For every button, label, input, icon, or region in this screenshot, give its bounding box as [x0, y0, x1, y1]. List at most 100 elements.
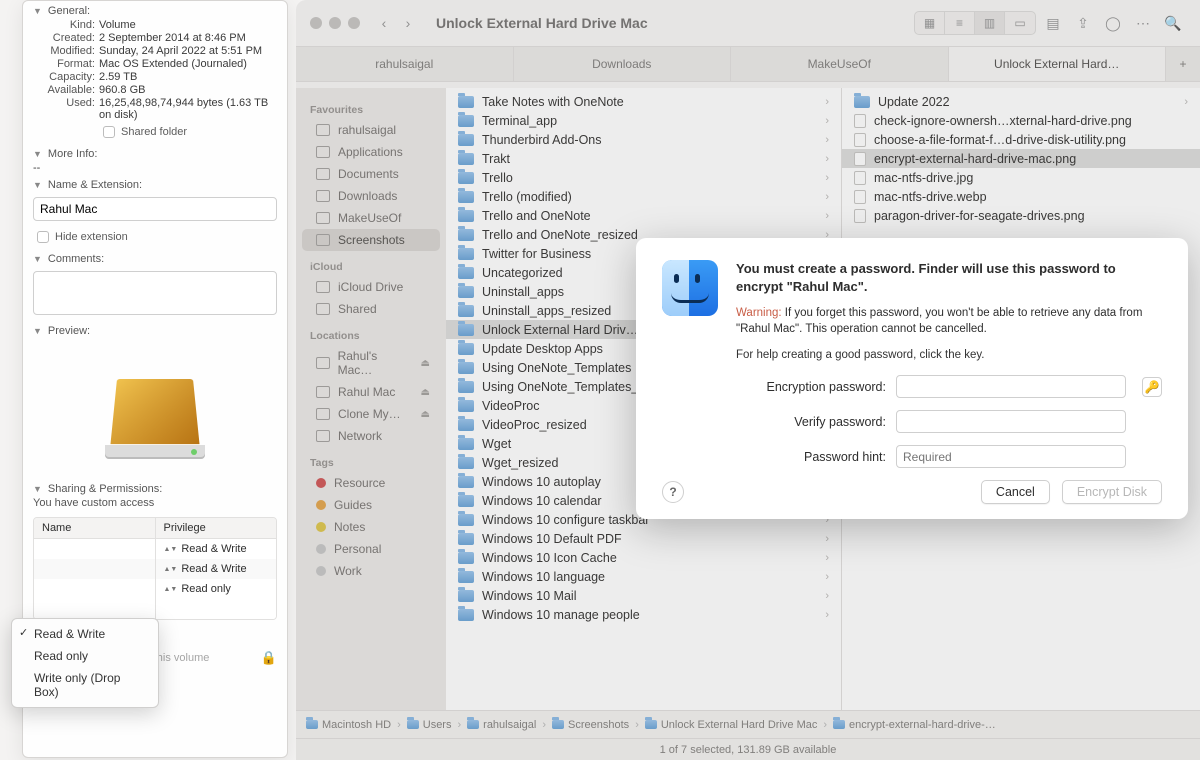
path-component[interactable]: encrypt-external-hard-drive-…: [833, 719, 996, 731]
cancel-button[interactable]: Cancel: [981, 480, 1050, 504]
sidebar-item[interactable]: Rahul's Mac…⏏: [302, 345, 440, 381]
sidebar-item[interactable]: Applications: [302, 141, 440, 163]
shared-folder-checkbox-row[interactable]: Shared folder: [23, 122, 287, 144]
privilege-menu-item[interactable]: Write only (Drop Box): [12, 667, 158, 703]
permission-row[interactable]: ▲▼ Read only: [34, 579, 276, 599]
eject-icon[interactable]: ⏏: [421, 409, 430, 420]
section-permissions-header[interactable]: ▼ Sharing & Permissions:: [23, 479, 287, 497]
list-item[interactable]: Windows 10 Icon Cache›: [446, 548, 841, 567]
perm-privilege-cell[interactable]: ▲▼ Read only: [156, 579, 277, 599]
sidebar-item[interactable]: Documents: [302, 163, 440, 185]
list-view-icon[interactable]: ≡: [945, 12, 975, 34]
sidebar-item[interactable]: Rahul Mac⏏: [302, 381, 440, 403]
sidebar-item[interactable]: iCloud Drive: [302, 276, 440, 298]
section-name-ext-header[interactable]: ▼ Name & Extension:: [23, 175, 287, 193]
checkbox-icon[interactable]: [37, 231, 49, 243]
nav-forward-button[interactable]: ›: [398, 14, 418, 32]
eject-icon[interactable]: ⏏: [421, 358, 430, 369]
password-assistant-key-icon[interactable]: 🔑: [1142, 377, 1162, 397]
column-view-icon[interactable]: ▥: [975, 12, 1005, 34]
nav-back-button[interactable]: ‹: [374, 14, 394, 32]
new-tab-button[interactable]: +: [1166, 47, 1200, 81]
path-component[interactable]: Screenshots: [552, 719, 629, 731]
list-item[interactable]: Trello›: [446, 168, 841, 187]
path-component[interactable]: Unlock External Hard Drive Mac: [645, 719, 818, 731]
permission-row[interactable]: ▲▼ Read & Write: [34, 559, 276, 579]
list-item[interactable]: Trello and OneNote›: [446, 206, 841, 225]
encrypt-disk-button[interactable]: Encrypt Disk: [1062, 480, 1162, 504]
sidebar-item[interactable]: Network: [302, 425, 440, 447]
list-item[interactable]: Update 2022›: [842, 92, 1200, 111]
sidebar-item[interactable]: rahulsaigal: [302, 119, 440, 141]
disclosure-triangle-icon[interactable]: ▼: [33, 254, 42, 264]
sidebar-item[interactable]: Downloads: [302, 185, 440, 207]
gallery-view-icon[interactable]: ▭: [1005, 12, 1035, 34]
lock-icon[interactable]: 🔒: [261, 650, 277, 666]
list-item[interactable]: Take Notes with OneNote›: [446, 92, 841, 111]
encryption-password-input[interactable]: [896, 375, 1126, 398]
perm-privilege-cell[interactable]: ▲▼ Read & Write: [156, 539, 277, 559]
section-more-info-header[interactable]: ▼ More Info:: [23, 144, 287, 162]
list-item[interactable]: Windows 10 Mail›: [446, 586, 841, 605]
privilege-menu-item[interactable]: Read & Write: [12, 623, 158, 645]
checkbox-icon[interactable]: [103, 126, 115, 138]
perm-privilege-cell[interactable]: ▲▼ Read & Write: [156, 559, 277, 579]
path-component[interactable]: rahulsaigal: [467, 719, 536, 731]
path-separator-icon: ›: [542, 719, 546, 731]
list-item[interactable]: Thunderbird Add-Ons›: [446, 130, 841, 149]
comments-textarea[interactable]: [33, 271, 277, 315]
disclosure-triangle-icon[interactable]: ▼: [33, 326, 42, 336]
action-menu-icon[interactable]: ⋯: [1130, 12, 1156, 34]
section-general-header[interactable]: ▼ General:: [23, 1, 287, 19]
section-preview-header[interactable]: ▼ Preview:: [23, 321, 287, 339]
list-item[interactable]: Windows 10 manage people›: [446, 605, 841, 624]
password-hint-input[interactable]: [896, 445, 1126, 468]
sidebar-item[interactable]: Work: [302, 560, 440, 582]
finder-path-bar[interactable]: Macintosh HD›Users›rahulsaigal›Screensho…: [296, 710, 1200, 738]
finder-tab[interactable]: Unlock External Hard…: [949, 47, 1167, 81]
tags-icon[interactable]: ◯: [1100, 12, 1126, 34]
sidebar-item[interactable]: Shared: [302, 298, 440, 320]
list-item[interactable]: Windows 10 language›: [446, 567, 841, 586]
section-comments-header[interactable]: ▼ Comments:: [23, 249, 287, 267]
help-button[interactable]: ?: [662, 481, 684, 503]
path-component[interactable]: Users: [407, 719, 452, 731]
list-item[interactable]: Windows 10 Default PDF›: [446, 529, 841, 548]
disclosure-triangle-icon[interactable]: ▼: [33, 6, 42, 16]
list-item[interactable]: mac-ntfs-drive.jpg: [842, 168, 1200, 187]
sidebar-item[interactable]: Personal: [302, 538, 440, 560]
sidebar-item[interactable]: Clone My…⏏: [302, 403, 440, 425]
list-item[interactable]: check-ignore-ownersh…xternal-hard-drive.…: [842, 111, 1200, 130]
list-item[interactable]: paragon-driver-for-seagate-drives.png: [842, 206, 1200, 225]
name-extension-input[interactable]: [33, 197, 277, 221]
sidebar-item[interactable]: Notes: [302, 516, 440, 538]
window-traffic-lights[interactable]: [310, 17, 360, 29]
disclosure-triangle-icon[interactable]: ▼: [33, 484, 42, 494]
disclosure-triangle-icon[interactable]: ▼: [33, 149, 42, 159]
finder-tab[interactable]: Downloads: [514, 47, 732, 81]
list-item[interactable]: choose-a-file-format-f…d-drive-disk-util…: [842, 130, 1200, 149]
sidebar-item[interactable]: Screenshots: [302, 229, 440, 251]
group-by-icon[interactable]: ▤: [1040, 12, 1066, 34]
sidebar-item[interactable]: Resource: [302, 472, 440, 494]
sidebar-item[interactable]: Guides: [302, 494, 440, 516]
icon-view-icon[interactable]: ▦: [915, 12, 945, 34]
search-icon[interactable]: 🔍: [1160, 12, 1186, 34]
permission-row[interactable]: ▲▼ Read & Write: [34, 539, 276, 559]
disclosure-triangle-icon[interactable]: ▼: [33, 180, 42, 190]
list-item[interactable]: Trakt›: [446, 149, 841, 168]
privilege-menu-item[interactable]: Read only: [12, 645, 158, 667]
list-item[interactable]: Trello (modified)›: [446, 187, 841, 206]
list-item[interactable]: encrypt-external-hard-drive-mac.png: [842, 149, 1200, 168]
list-item[interactable]: Terminal_app›: [446, 111, 841, 130]
list-item[interactable]: mac-ntfs-drive.webp: [842, 187, 1200, 206]
hide-extension-checkbox-row[interactable]: Hide extension: [23, 227, 287, 249]
verify-password-input[interactable]: [896, 410, 1126, 433]
finder-tab[interactable]: MakeUseOf: [731, 47, 949, 81]
finder-tab[interactable]: rahulsaigal: [296, 47, 514, 81]
share-icon[interactable]: ⇪: [1070, 12, 1096, 34]
view-mode-segment[interactable]: ▦ ≡ ▥ ▭: [914, 11, 1036, 35]
sidebar-item[interactable]: MakeUseOf: [302, 207, 440, 229]
path-component[interactable]: Macintosh HD: [306, 719, 391, 731]
eject-icon[interactable]: ⏏: [421, 387, 430, 398]
